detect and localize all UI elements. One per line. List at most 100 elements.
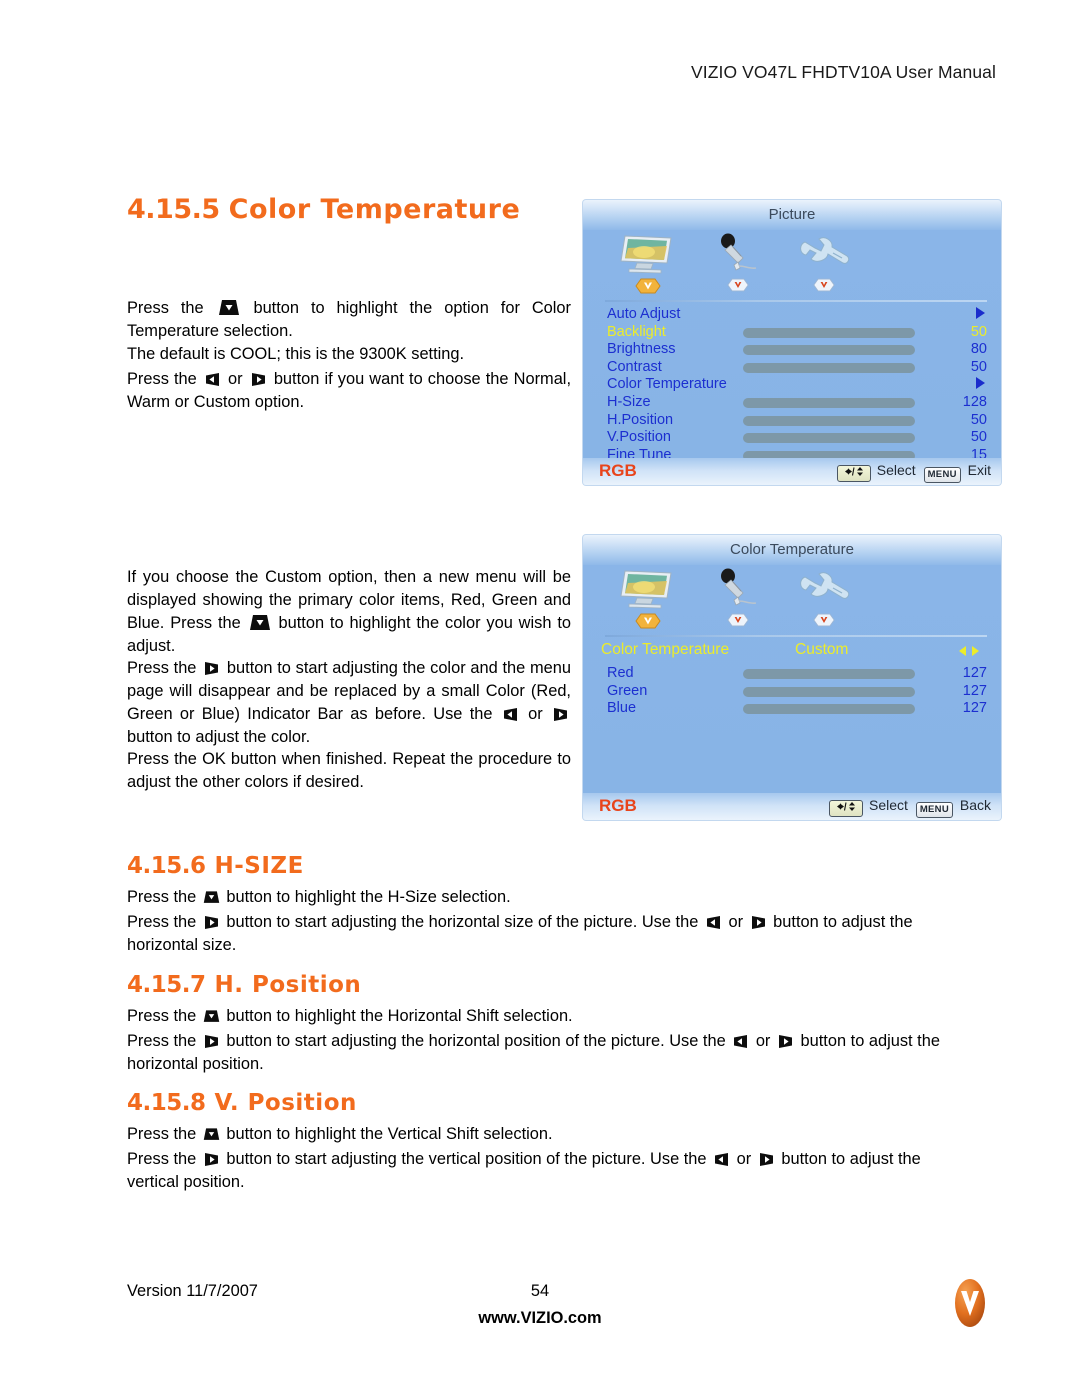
- osd-tab-picture[interactable]: [605, 232, 691, 295]
- text-fragment: Press the: [127, 1150, 197, 1168]
- text-fragment: or: [728, 913, 744, 931]
- osd-slider[interactable]: [743, 362, 915, 373]
- wrench-icon: [781, 567, 867, 612]
- osd-slider[interactable]: [743, 415, 915, 426]
- text-fragment: button to highlight the H-Size selection…: [226, 888, 511, 906]
- osd-row-color-temperature-selector[interactable]: Color Temperature Custom: [583, 641, 1001, 665]
- down-button-icon: [249, 614, 271, 632]
- osd-slider[interactable]: [743, 327, 915, 338]
- osd-row-label: Red: [607, 665, 634, 681]
- text-fragment: or: [736, 1150, 752, 1168]
- osd-row[interactable]: Blue 127: [583, 700, 1001, 718]
- left-right-arrows-icon: [955, 644, 983, 658]
- paragraph-default-cool: The default is COOL; this is the 9300K s…: [127, 345, 465, 363]
- osd-title: Picture: [768, 206, 816, 223]
- text-fragment: Press the: [127, 370, 197, 388]
- osd-row[interactable]: Color Temperature: [583, 376, 1001, 394]
- osd-row[interactable]: Green 127: [583, 683, 1001, 701]
- left-button-icon: [502, 707, 519, 722]
- chevron-right-icon: [976, 307, 985, 319]
- vizio-badge: [781, 612, 867, 628]
- heading-v-position: 4.15.8 V. Position: [127, 1090, 357, 1116]
- osd-icon-row: [583, 565, 1001, 637]
- osd-slider[interactable]: [743, 704, 915, 715]
- right-button-icon: [203, 661, 220, 676]
- osd-slider[interactable]: [743, 345, 915, 356]
- vizio-logo: [950, 1278, 990, 1328]
- osd-row[interactable]: Red 127: [583, 665, 1001, 683]
- osd-action-label: Exit: [967, 462, 991, 478]
- vizio-badge: [781, 277, 867, 293]
- osd-input-source-label: RGB: [599, 461, 637, 480]
- text-fragment: button to adjust the color.: [127, 728, 311, 746]
- osd-icon-row: [583, 230, 1001, 302]
- osd-tab-audio[interactable]: [695, 567, 781, 628]
- right-button-icon: [203, 915, 220, 930]
- heading-color-temperature: 4.15.5 Color Temperature: [127, 194, 520, 225]
- osd-row[interactable]: Backlight 50: [583, 324, 1001, 342]
- osd-action-label: Back: [959, 797, 991, 813]
- osd-menu-rows-colortemp: Color Temperature Custom Red 127 Green 1…: [583, 641, 1001, 718]
- paragraph-vposition-highlight: Press the button to highlight the Vertic…: [127, 1123, 955, 1146]
- osd-row[interactable]: H.Position 50: [583, 412, 1001, 430]
- paragraph-press-ok: Press the OK button when finished. Repea…: [127, 750, 571, 791]
- osd-row-label: Backlight: [607, 323, 666, 340]
- osd-row-value: 127: [962, 700, 987, 717]
- heading-number: 4.15.7: [127, 972, 206, 998]
- osd-menu-rows-picture: Auto Adjust Backlight 50 Brightness 80 C…: [583, 306, 1001, 464]
- osd-tab-picture[interactable]: [605, 567, 691, 630]
- osd-tab-audio[interactable]: [695, 232, 781, 293]
- osd-row-label: Green: [607, 682, 648, 699]
- osd-slider[interactable]: [743, 433, 915, 444]
- osd-slider[interactable]: [743, 397, 915, 408]
- osd-title-bar: Color Temperature: [583, 535, 1001, 565]
- text-fragment: Press the: [127, 913, 197, 931]
- text-fragment: button to start adjusting the horizontal…: [226, 913, 699, 931]
- footer-url: www.VIZIO.com: [478, 1309, 602, 1327]
- left-button-icon: [732, 1034, 749, 1049]
- heading-text: Color Temperature: [228, 194, 521, 225]
- osd-tab-setup[interactable]: [781, 567, 867, 628]
- microphone-icon: [695, 567, 781, 612]
- osd-row-value: 127: [962, 665, 987, 681]
- paragraph-custom-menu: If you choose the Custom option, then a …: [127, 566, 571, 658]
- paragraph-hposition-adjust: Press the button to start adjusting the …: [127, 1030, 955, 1076]
- right-button-icon: [203, 1152, 220, 1167]
- osd-row-value: 50: [970, 429, 987, 446]
- right-button-icon: [203, 1034, 220, 1049]
- down-button-icon: [203, 1127, 220, 1142]
- heading-h-size: 4.15.6 H-SIZE: [127, 853, 304, 879]
- osd-slider[interactable]: [743, 669, 915, 679]
- text-fragment: Press the: [127, 659, 197, 677]
- osd-row-value: 50: [970, 323, 987, 340]
- page-header-title: VIZIO VO47L FHDTV10A User Manual: [690, 62, 996, 82]
- osd-tab-setup[interactable]: [781, 232, 867, 293]
- down-button-icon: [203, 890, 220, 905]
- osd-row[interactable]: Auto Adjust: [583, 306, 1001, 324]
- text-fragment: Press the: [127, 1007, 197, 1025]
- right-button-icon: [750, 915, 767, 930]
- vizio-badge-active: [605, 612, 691, 630]
- osd-row[interactable]: Contrast 50: [583, 359, 1001, 377]
- text-fragment: button to start adjusting the horizontal…: [226, 1032, 726, 1050]
- osd-slider[interactable]: [743, 686, 915, 697]
- wrench-icon: [781, 232, 867, 277]
- osd-row[interactable]: Brightness 80: [583, 341, 1001, 359]
- osd-row-value: 80: [970, 341, 987, 358]
- paragraph-press-down-highlight: Press the button to highlight the option…: [127, 297, 571, 343]
- osd-row-option-value: Custom: [795, 641, 849, 658]
- osd-row-value: 128: [962, 393, 987, 410]
- heading-text: H. Position: [214, 972, 362, 998]
- osd-screenshot-picture-menu: Picture Auto Adjust Backlight 50 Brightn…: [583, 200, 1001, 485]
- osd-row-label: V.Position: [607, 429, 671, 446]
- vizio-badge: [695, 277, 781, 293]
- osd-row[interactable]: V.Position 50: [583, 429, 1001, 447]
- down-button-icon: [203, 1009, 220, 1024]
- osd-row[interactable]: H-Size 128: [583, 394, 1001, 412]
- chevron-right-icon: [976, 377, 985, 390]
- paragraph-adjust-color-bar: Press the button to start adjusting the …: [127, 657, 571, 749]
- monitor-icon: [605, 567, 691, 612]
- left-button-icon: [705, 915, 722, 930]
- text-fragment: or: [528, 705, 543, 723]
- osd-screenshot-color-temperature-menu: Color Temperature Color Temperature Cust…: [583, 535, 1001, 820]
